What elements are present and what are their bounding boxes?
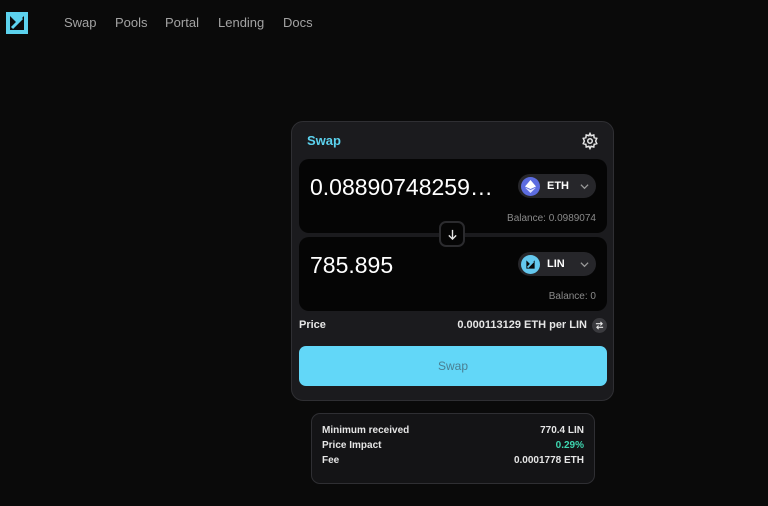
nav-docs[interactable]: Docs [283,15,313,30]
invert-price-icon[interactable] [592,318,607,333]
price-row: Price 0.000113129 ETH per LIN [299,318,607,335]
chevron-down-icon [580,184,589,190]
chevron-down-icon [580,262,589,268]
swap-card: Swap 0.088907482595... ETH Balance: 0.09… [291,121,614,401]
to-balance: Balance: 0 [548,291,596,302]
nav-pools[interactable]: Pools [115,15,148,30]
to-token-box: 785.895 LIN Balance: 0 [299,237,607,311]
top-nav: Swap Pools Portal Lending Docs [0,0,768,46]
arrow-down-icon [447,229,457,240]
from-token-label: ETH [547,180,569,192]
from-amount-input[interactable]: 0.088907482595... [310,174,493,201]
fee-row: Fee 0.0001778 ETH [322,455,584,470]
swap-button[interactable]: Swap [299,346,607,386]
from-token-selector[interactable]: ETH [518,174,596,198]
swap-title: Swap [307,133,341,148]
summary-label: Price Impact [322,440,382,451]
summary-label: Minimum received [322,425,410,436]
nav-portal[interactable]: Portal [165,15,199,30]
swap-summary: Minimum received 770.4 LIN Price Impact … [311,413,595,484]
summary-label: Fee [322,455,340,466]
app-logo[interactable] [6,12,28,34]
summary-value: 0.29% [555,440,584,451]
price-impact-row: Price Impact 0.29% [322,440,584,455]
summary-value: 770.4 LIN [540,425,584,436]
lin-icon [521,254,540,274]
summary-value: 0.0001778 ETH [513,455,584,466]
to-token-label: LIN [547,258,565,270]
price-label: Price [299,319,326,331]
to-token-selector[interactable]: LIN [518,252,596,276]
from-balance: Balance: 0.0989074 [507,213,596,224]
nav-swap[interactable]: Swap [64,15,97,30]
settings-gear-icon[interactable] [581,132,599,150]
switch-direction-button[interactable] [439,221,465,247]
minimum-received-row: Minimum received 770.4 LIN [322,425,584,440]
ethereum-icon [521,176,540,196]
to-amount-input[interactable]: 785.895 [310,252,393,279]
price-value: 0.000113129 ETH per LIN [457,319,587,331]
nav-lending[interactable]: Lending [218,15,264,30]
